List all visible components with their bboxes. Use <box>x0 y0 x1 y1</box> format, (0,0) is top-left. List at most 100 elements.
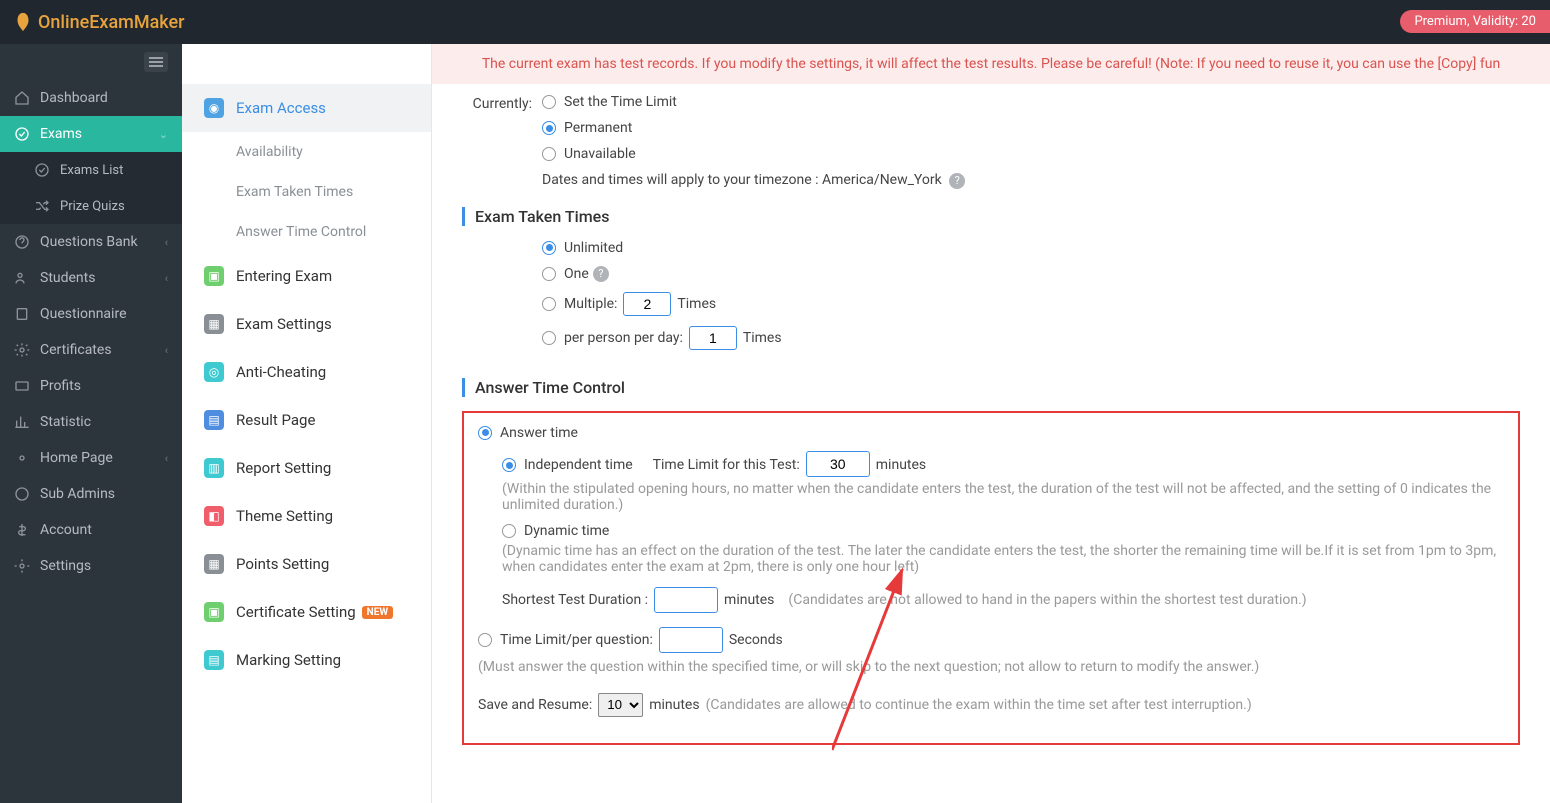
subpanel-label: Points Setting <box>236 555 329 573</box>
subpanel-answer-time-control[interactable]: Answer Time Control <box>182 212 431 252</box>
radio-unlimited[interactable]: Unlimited <box>542 240 1520 256</box>
new-badge: NEW <box>362 606 393 619</box>
seconds-label: Seconds <box>729 632 783 648</box>
dollar-icon <box>14 522 30 538</box>
dynamic-hint: (Dynamic time has an effect on the durat… <box>502 543 1504 575</box>
help-circle-icon <box>14 486 30 502</box>
subpanel-result-page[interactable]: ▤ Result Page <box>182 396 431 444</box>
radio-multiple[interactable]: Multiple: Times <box>542 292 1520 316</box>
clipboard-icon <box>14 306 30 322</box>
sidebar-toggle[interactable] <box>0 44 182 80</box>
sidebar-item-exams[interactable]: Exams ⌄ <box>0 116 182 152</box>
sidebar-item-label: Students <box>40 270 95 286</box>
sidebar-item-label: Certificates <box>40 342 112 358</box>
save-resume-hint: (Candidates are allowed to continue the … <box>706 697 1252 713</box>
subpanel-label: Certificate Setting <box>236 603 356 621</box>
sidebar-item-settings[interactable]: Settings <box>0 548 182 584</box>
chevron-left-icon: ‹ <box>165 344 168 357</box>
help-icon[interactable]: ? <box>949 173 965 189</box>
subpanel-report-setting[interactable]: ▥ Report Setting <box>182 444 431 492</box>
bar-chart-icon <box>14 414 30 430</box>
users-icon <box>14 270 30 286</box>
radio-per-person-per-day[interactable]: per person per day: Times <box>542 326 1520 350</box>
topbar: OnlineExamMaker Premium, Validity: 20 <box>0 0 1550 44</box>
independent-hint: (Within the stipulated opening hours, no… <box>502 481 1504 513</box>
radio-icon <box>542 331 556 345</box>
radio-answer-time[interactable]: Answer time <box>478 425 1504 441</box>
multiple-times-input[interactable] <box>623 292 671 316</box>
radio-label: Dynamic time <box>524 523 609 539</box>
save-resume-select[interactable]: 10 <box>598 693 643 717</box>
subpanel-entering-exam[interactable]: ▣ Entering Exam <box>182 252 431 300</box>
sidebar-item-label: Exams <box>40 126 82 142</box>
radio-label: Multiple: <box>564 296 617 312</box>
radio-icon <box>502 524 516 538</box>
radio-unavailable[interactable]: Unavailable <box>542 146 1520 162</box>
radio-label: Time Limit/per question: <box>500 632 653 648</box>
sidebar-item-label: Prize Quizs <box>60 199 125 214</box>
radio-label: One <box>564 266 589 282</box>
subpanel-availability[interactable]: Availability <box>182 132 431 172</box>
grid-icon: ▦ <box>204 314 224 334</box>
help-circle-icon <box>14 234 30 250</box>
radio-one[interactable]: One ? <box>542 266 1520 282</box>
per-question-input[interactable] <box>659 627 723 653</box>
subpanel-theme-setting[interactable]: ◧ Theme Setting <box>182 492 431 540</box>
currently-label: Currently: <box>462 94 542 112</box>
per-person-input[interactable] <box>689 326 737 350</box>
sidebar-item-questionnaire[interactable]: Questionnaire <box>0 296 182 332</box>
sidebar-item-prize-quizs[interactable]: Prize Quizs <box>0 188 182 224</box>
answer-time-highlight-box: Answer time Independent time Time Limit … <box>462 411 1520 745</box>
sidebar-item-label: Account <box>40 522 92 538</box>
home-icon <box>14 90 30 106</box>
sidebar: Dashboard Exams ⌄ Exams List Prize Quizs… <box>0 0 182 803</box>
marking-icon: ▤ <box>204 650 224 670</box>
theme-icon: ◧ <box>204 506 224 526</box>
radio-permanent[interactable]: Permanent <box>542 120 1520 136</box>
shortest-hint: (Candidates are not allowed to hand in t… <box>788 592 1306 608</box>
subpanel-exam-taken-times[interactable]: Exam Taken Times <box>182 172 431 212</box>
sidebar-item-students[interactable]: Students ‹ <box>0 260 182 296</box>
shield-icon: ◉ <box>204 98 224 118</box>
premium-badge[interactable]: Premium, Validity: 20 <box>1400 10 1550 33</box>
subpanel-certificate-setting[interactable]: ▣ Certificate Setting NEW <box>182 588 431 636</box>
page-icon: ▤ <box>204 410 224 430</box>
per-question-hint: (Must answer the question within the spe… <box>478 659 1504 675</box>
subpanel-exam-access[interactable]: ◉ Exam Access <box>182 84 431 132</box>
radio-dynamic-time[interactable]: Dynamic time <box>502 523 1504 539</box>
radio-independent-time[interactable]: Independent time Time Limit for this Tes… <box>502 451 1504 477</box>
subpanel-points-setting[interactable]: ▦ Points Setting <box>182 540 431 588</box>
sidebar-item-account[interactable]: Account <box>0 512 182 548</box>
logo-icon <box>12 11 34 33</box>
subpanel-anti-cheating[interactable]: ◎ Anti-Cheating <box>182 348 431 396</box>
section-exam-taken-times: Exam Taken Times <box>462 207 1520 226</box>
time-limit-input[interactable] <box>806 451 870 477</box>
points-icon: ▦ <box>204 554 224 574</box>
radio-icon <box>542 297 556 311</box>
sidebar-item-profits[interactable]: Profits <box>0 368 182 404</box>
hamburger-icon <box>144 52 168 72</box>
shuffle-icon <box>34 198 50 214</box>
sidebar-item-dashboard[interactable]: Dashboard <box>0 80 182 116</box>
chevron-left-icon: ‹ <box>165 236 168 249</box>
subpanel-label: Entering Exam <box>236 267 332 285</box>
logo[interactable]: OnlineExamMaker <box>12 11 185 33</box>
sidebar-item-label: Statistic <box>40 414 91 430</box>
sidebar-item-statistic[interactable]: Statistic <box>0 404 182 440</box>
sidebar-item-sub-admins[interactable]: Sub Admins <box>0 476 182 512</box>
radio-label: Set the Time Limit <box>564 94 677 110</box>
subpanel-marking-setting[interactable]: ▤ Marking Setting <box>182 636 431 684</box>
shortest-duration-input[interactable] <box>654 587 718 613</box>
help-icon[interactable]: ? <box>593 266 609 282</box>
subpanel-exam-settings[interactable]: ▦ Exam Settings <box>182 300 431 348</box>
gear-icon <box>14 558 30 574</box>
sidebar-item-home-page[interactable]: Home Page ‹ <box>0 440 182 476</box>
radio-time-limit-per-question[interactable]: Time Limit/per question: Seconds <box>478 627 1504 653</box>
sidebar-item-certificates[interactable]: Certificates ‹ <box>0 332 182 368</box>
sidebar-item-exams-list[interactable]: Exams List <box>0 152 182 188</box>
sidebar-item-questions-bank[interactable]: Questions Bank ‹ <box>0 224 182 260</box>
chevron-down-icon: ⌄ <box>159 128 168 141</box>
sidebar-item-label: Questionnaire <box>40 306 127 322</box>
shortest-duration-row: Shortest Test Duration : minutes (Candid… <box>502 587 1504 613</box>
radio-set-time-limit[interactable]: Set the Time Limit <box>542 94 1520 110</box>
